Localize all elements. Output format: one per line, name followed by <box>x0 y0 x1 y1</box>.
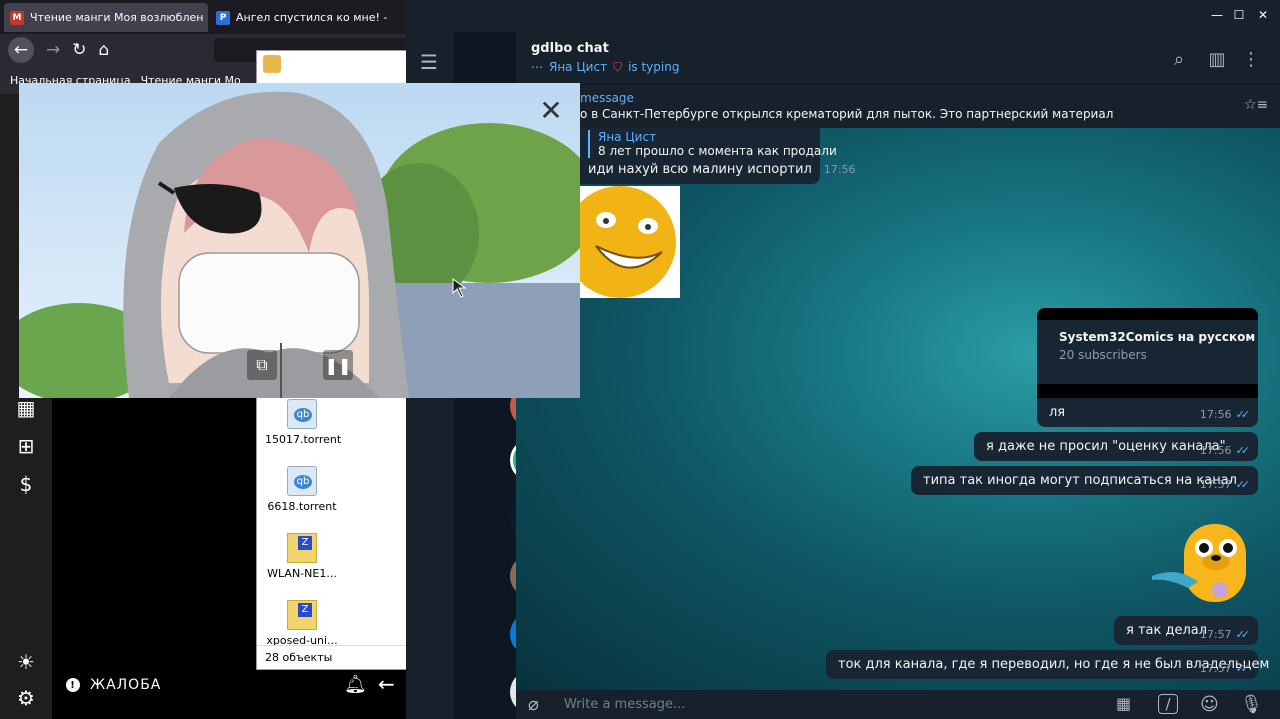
pip-video-window[interactable]: ✕ ⧉ ❚❚ <box>19 83 580 398</box>
read-ticks-icon: ✓✓ <box>1235 408 1251 421</box>
card-cover <box>1037 308 1258 320</box>
pause-icon[interactable]: ❚❚ <box>323 350 353 380</box>
telegram-titlebar: — ☐ ✕ <box>406 0 1280 32</box>
message-area: Яна Цист 8 лет прошло с момента как прод… <box>516 128 1280 690</box>
message-time: 17:56 <box>823 163 856 176</box>
attach-icon[interactable]: ⌀ <box>528 694 539 715</box>
forward-icon[interactable]: → <box>46 40 60 60</box>
chat-title: gdlbo chat <box>531 41 609 56</box>
channel-subscribers: 20 subscribers <box>1059 348 1147 362</box>
tab-manga-label: Чтение манги Моя возлюблен <box>30 11 204 24</box>
sidebar-toggle-icon[interactable]: ▥ <box>1206 48 1228 70</box>
composer: ⌀ Write a message... ▦ / ☺ 🎙︎ <box>516 690 1280 719</box>
typing-indicator: ⋯ Яна Цист ⛉ is typing <box>531 60 679 75</box>
jake-dog-icon <box>1152 524 1246 602</box>
manga-favicon-icon: М <box>10 10 24 25</box>
file-item[interactable]: 6618.torrent <box>265 466 339 513</box>
torrent-file-icon <box>287 399 317 429</box>
explorer-app-icon <box>263 55 281 73</box>
bell-icon[interactable]: 🔔︎ <box>344 674 367 695</box>
typing-dots-icon: ⋯ <box>531 60 543 74</box>
shield-icon: ⛉ <box>613 60 623 74</box>
dollar-icon[interactable]: $ <box>12 470 40 498</box>
file-name: 6618.torrent <box>267 500 337 513</box>
message-time: 17:57 <box>1199 628 1232 641</box>
zip-folder-icon <box>287 600 317 630</box>
message-bubble[interactable]: я даже не просил "оценку канала" 17:56 ✓✓ <box>974 432 1258 461</box>
file-item[interactable]: 15017.torrent <box>265 399 342 446</box>
calendar-icon[interactable]: ▦ <box>12 394 40 422</box>
sun-icon[interactable]: ☀ <box>12 648 40 676</box>
anime-video-frame <box>19 83 580 398</box>
message-text: иди нахуй всю малину испортил <box>588 162 812 177</box>
tab-angel[interactable]: P Ангел спустился ко мне! - <box>210 3 410 32</box>
message-bubble[interactable]: ля 17:56 ✓✓ <box>1037 398 1258 427</box>
chat-header: gdlbo chat ⋯ Яна Цист ⛉ is typing <box>516 32 1280 84</box>
tab-angel-label: Ангел спустился ко мне! - <box>236 11 388 24</box>
forwarded-channel-card[interactable]: System32Comics на русском 🇷🇺 20 subscrib… <box>1037 308 1258 398</box>
pin-list-icon[interactable]: ☆≡ <box>1244 97 1268 113</box>
message-time: 17:57 <box>1199 662 1232 675</box>
close-window-icon[interactable]: ✕ <box>1256 8 1270 22</box>
exit-pip-icon[interactable]: ⧉ <box>247 350 277 380</box>
message-bubble[interactable]: ток для канала, где я переводил, но где … <box>826 650 1269 679</box>
search-chat-icon[interactable]: ⌕ <box>1168 48 1190 70</box>
complain-label: ЖАЛОБА <box>90 677 162 693</box>
jake-sticker[interactable] <box>1148 516 1260 612</box>
torrent-file-icon <box>287 466 317 496</box>
back-icon[interactable]: ← <box>8 37 34 63</box>
file-grid: 15017.torrent 6618.torrent WLAN-NE1... x… <box>265 399 409 647</box>
read-ticks-icon: ✓✓ <box>1235 444 1251 457</box>
card-bottom-bar <box>1037 384 1258 398</box>
arrow-back-icon[interactable]: ← <box>378 672 395 696</box>
maximize-icon[interactable]: ☐ <box>1232 8 1246 22</box>
file-item[interactable]: WLAN-NE1... <box>265 533 339 580</box>
schedule-icon[interactable]: ▦ <box>1116 694 1131 713</box>
smiley-sticker[interactable] <box>576 186 680 298</box>
typing-user: Яна Цист <box>549 60 608 74</box>
gear-icon[interactable]: ⚙ <box>12 684 40 712</box>
typing-suffix: is typing <box>628 60 680 74</box>
zip-folder-icon <box>287 533 317 563</box>
menu-icon[interactable]: ☰ <box>420 50 438 74</box>
smiley-face-icon <box>576 186 676 298</box>
reload-icon[interactable]: ↻ <box>72 40 86 60</box>
reply-quote: 8 лет прошло с момента как продали <box>598 144 837 158</box>
add-page-icon[interactable]: ⊞ <box>12 432 40 460</box>
minimize-icon[interactable]: — <box>1210 8 1224 22</box>
more-icon[interactable]: ⋮ <box>1240 48 1262 70</box>
commands-icon[interactable]: / <box>1158 694 1178 714</box>
message-text: ля <box>1049 405 1066 420</box>
message-time: 17:56 <box>1199 444 1232 457</box>
microphone-icon[interactable]: 🎙︎ <box>1240 694 1263 715</box>
read-ticks-icon: ✓✓ <box>1235 628 1251 641</box>
angel-favicon-icon: P <box>216 10 230 25</box>
home-icon[interactable]: ⌂ <box>99 40 110 60</box>
file-item[interactable]: xposed-uni... <box>265 600 339 647</box>
message-bubble[interactable]: типа так иногда могут подписаться на кан… <box>911 466 1258 495</box>
read-ticks-icon: ✓✓ <box>1235 662 1251 675</box>
explorer-status: 28 объекты <box>257 645 407 669</box>
pinned-message-bar[interactable]: message о в Санкт-Петербурге открылся кр… <box>516 84 1280 128</box>
message-bubble[interactable]: я так делал 17:57 ✓✓ <box>1114 616 1258 645</box>
message-time: 17:57 <box>1199 478 1232 491</box>
pinned-label: message <box>580 91 634 105</box>
file-name: 15017.torrent <box>265 433 342 446</box>
close-pip-icon[interactable]: ✕ <box>536 94 566 127</box>
pinned-text: о в Санкт-Петербурге открылся крематорий… <box>580 107 1114 121</box>
complain-button[interactable]: ! ЖАЛОБА <box>66 672 161 698</box>
file-name: WLAN-NE1... <box>267 567 337 580</box>
reply-author: Яна Цист <box>598 130 657 144</box>
tab-manga[interactable]: М Чтение манги Моя возлюблен ✕ <box>4 3 208 32</box>
browser-tabbar: М Чтение манги Моя возлюблен ✕ P Ангел с… <box>0 0 410 34</box>
alert-icon: ! <box>66 678 80 692</box>
message-time: 17:56 <box>1199 408 1232 421</box>
channel-name: System32Comics на русском 🇷🇺 <box>1059 330 1258 344</box>
message-input[interactable]: Write a message... <box>564 697 1084 715</box>
emoji-icon[interactable]: ☺ <box>1200 694 1219 715</box>
read-ticks-icon: ✓✓ <box>1235 478 1251 491</box>
reply-message[interactable]: Яна Цист 8 лет прошло с момента как прод… <box>576 128 856 184</box>
